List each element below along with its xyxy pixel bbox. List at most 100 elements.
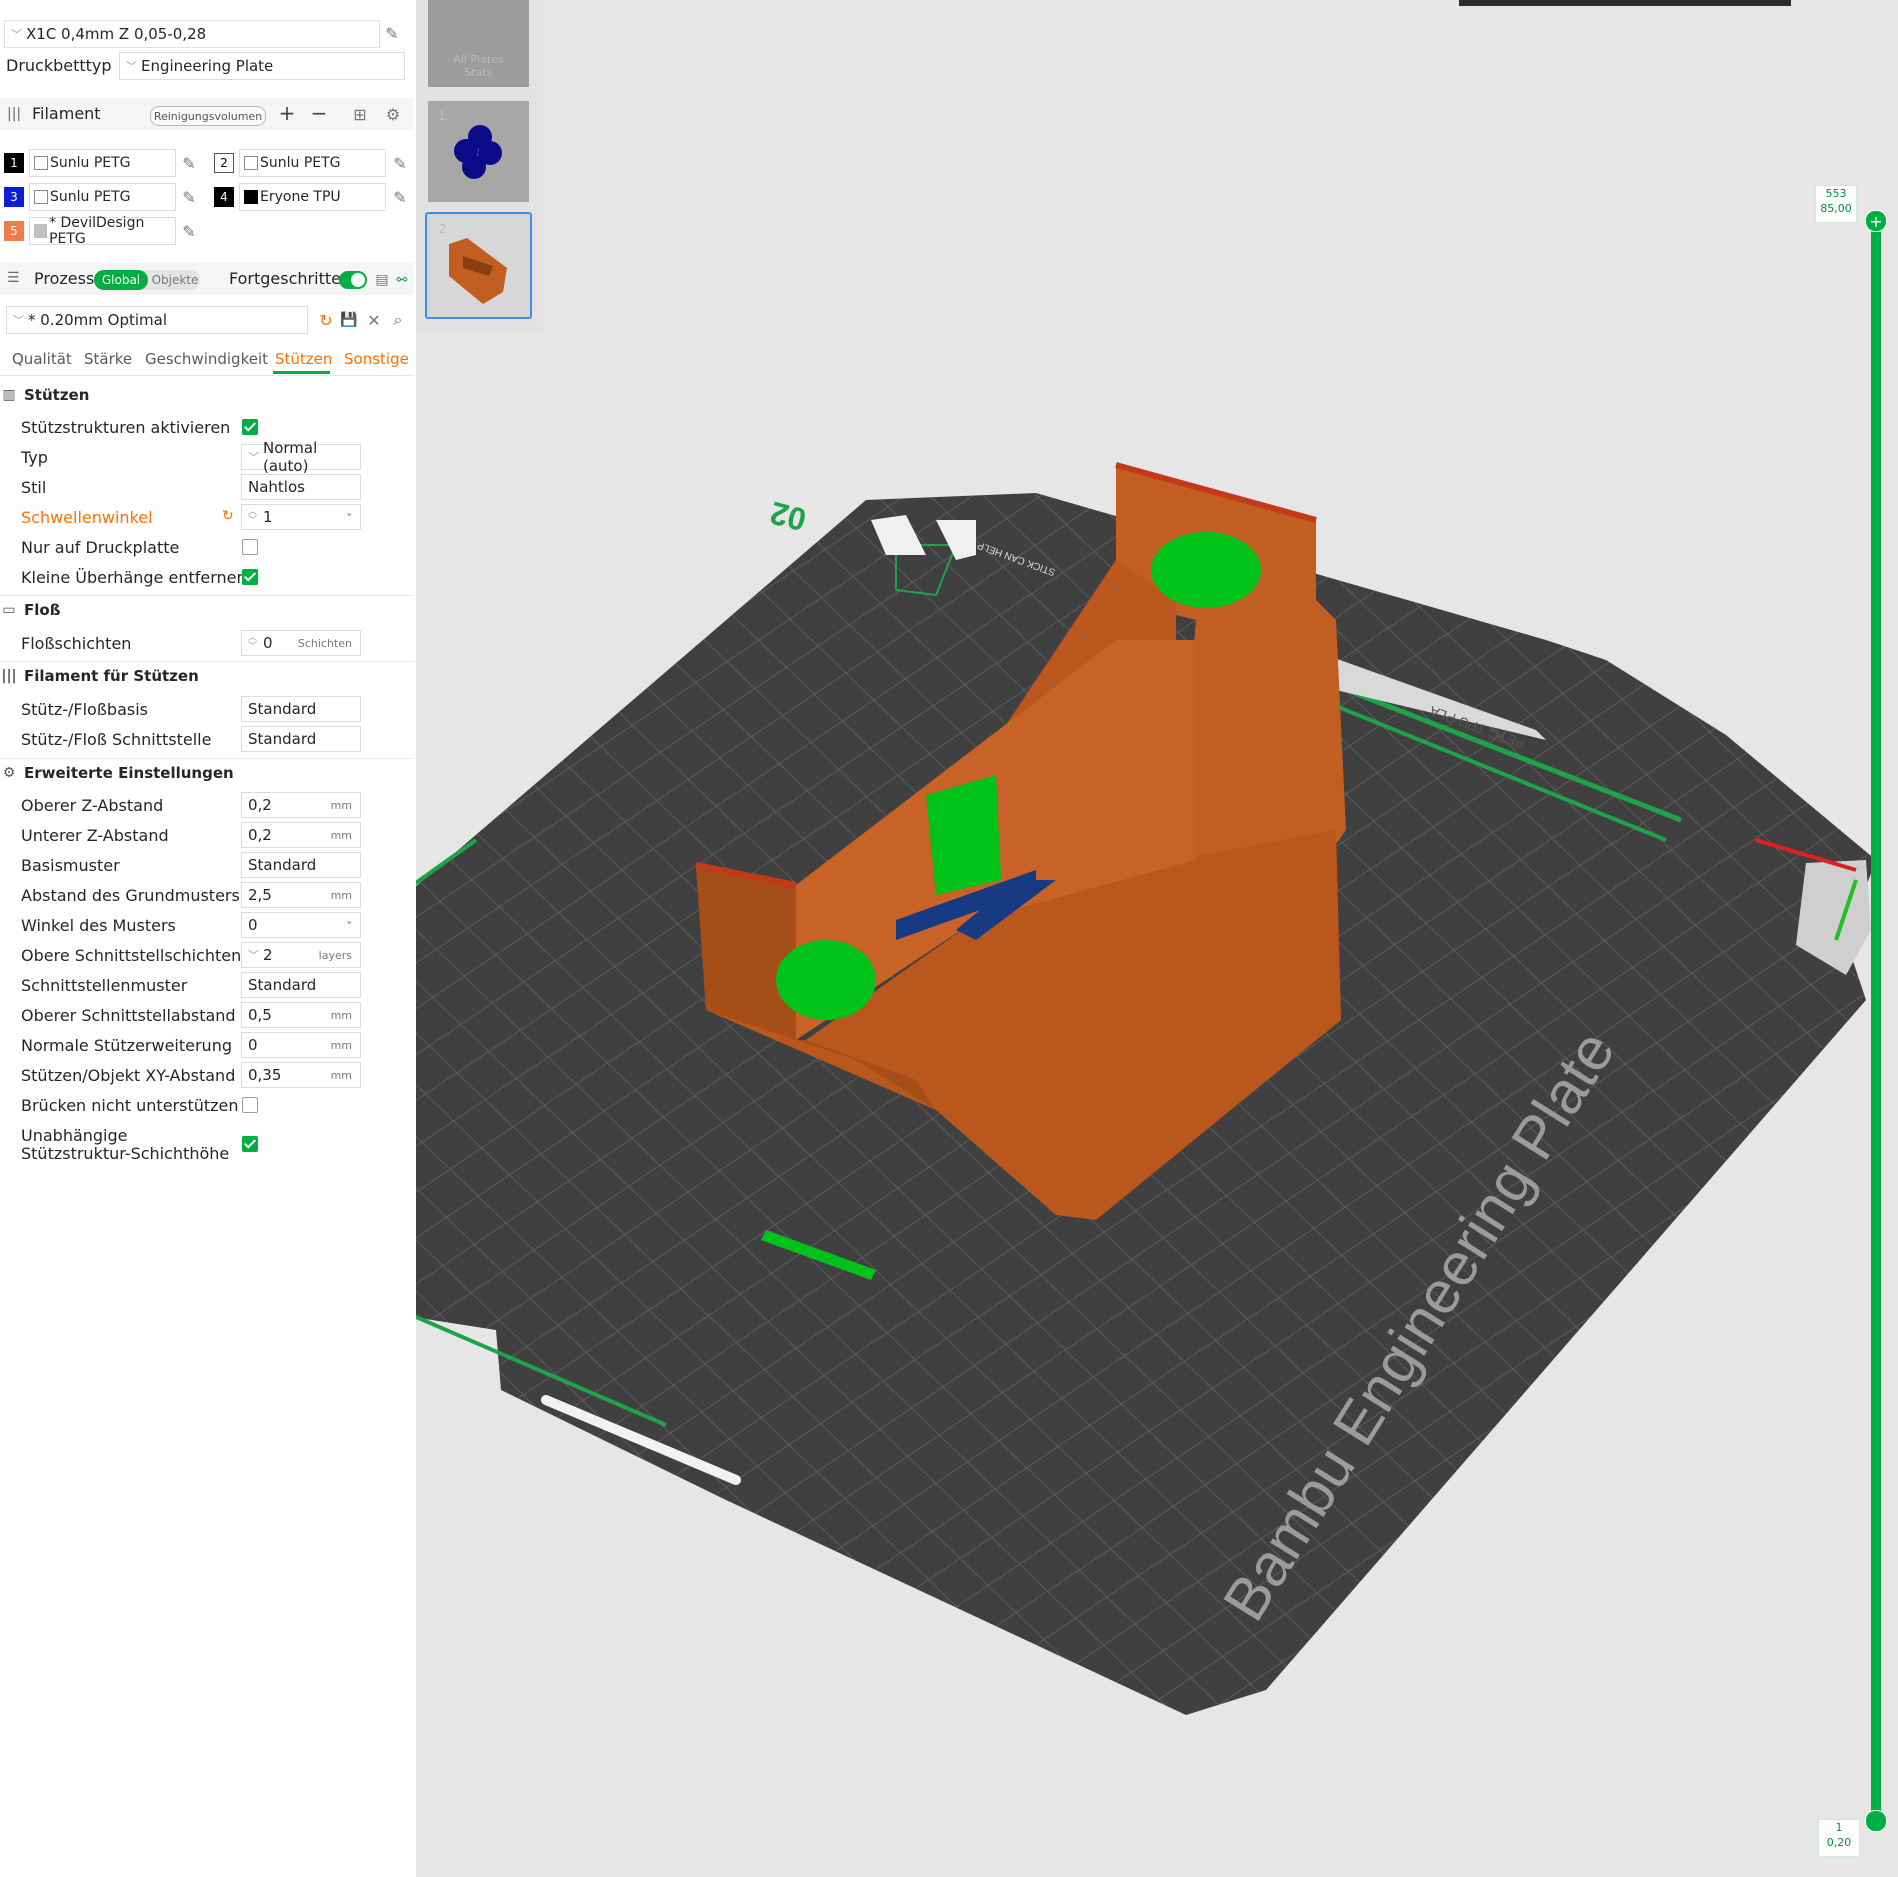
section-advanced: ⚙ Erweiterte Einstellungen [0,764,234,782]
advanced-label: Fortgeschritten [229,269,352,288]
filament-slot-1-number[interactable]: 1 [4,153,24,173]
edit-filament-3-icon[interactable]: ✎ [178,186,200,208]
tab-support[interactable]: Stützen [275,350,332,368]
adv-row-input[interactable]: 0,35 mm [241,1062,361,1088]
process-icon: ☰ [7,270,20,286]
filament-slot-3-select[interactable]: Sunlu PETG [29,183,176,211]
process-compare-icon[interactable]: ⚯ [391,269,413,291]
filament-slot-4-select[interactable]: Eryone TPU [239,183,386,211]
support-style-select[interactable]: Nahtlos [241,474,361,500]
filament-slot-1-select[interactable]: Sunlu PETG [29,149,176,177]
tab-speed[interactable]: Geschwindigkeit [145,350,268,368]
remove-filament-icon[interactable]: − [308,101,330,125]
adv-row-input[interactable]: 0 ° [241,912,361,938]
adv-row-label: Oberer Z-Abstand [21,796,164,815]
save-preset-icon[interactable]: 💾 [338,309,360,331]
layer-slider-bottom-handle[interactable] [1865,1810,1887,1832]
tab-strength[interactable]: Stärke [84,350,132,368]
adv-row-select[interactable]: Standard [241,852,361,878]
filament-slot-5-number[interactable]: 5 [4,221,24,241]
stepper-icon[interactable]: ︿ ﹀ [248,508,257,526]
plate-1-thumb[interactable]: 1 [428,101,529,202]
all-plates-stats-thumb[interactable]: All Plates Stats [428,0,529,87]
only-on-plate-checkbox[interactable] [242,539,258,555]
chevron-down-icon: ﹀ [126,60,137,73]
filament-slot-5-select[interactable]: * DevilDesign PETG [29,215,176,247]
add-filament-icon[interactable]: + [276,101,298,125]
divider [0,595,414,596]
adv-row-input[interactable]: 0,2 mm [241,822,361,848]
3d-viewport[interactable]: Bambu Engineering Plate 02 PETG TPU PLA … [416,0,1898,1877]
tab-others[interactable]: Sonstige [344,350,409,368]
adv-row-label: Winkel des Musters [21,916,176,935]
adv-row-input[interactable]: 0,5 mm [241,1002,361,1028]
plate-2-preview [449,238,507,304]
filament-slot-2-select[interactable]: Sunlu PETG [239,149,386,177]
adv-row-input[interactable]: 0 mm [241,1032,361,1058]
edit-printer-icon[interactable]: ✎ [381,22,403,44]
edit-filament-1-icon[interactable]: ✎ [178,152,200,174]
sync-filament-icon[interactable]: ⊞ [349,103,371,125]
advanced-switch[interactable] [339,271,367,289]
top-toolbar[interactable] [1459,0,1791,6]
value: 0 [248,916,258,934]
reset-threshold-icon[interactable]: ↻ [222,508,234,524]
process-preset-select[interactable]: ﹀ * 0.20mm Optimal [6,306,308,334]
edit-filament-2-icon[interactable]: ✎ [389,152,411,174]
no-bridge-support-checkbox[interactable] [242,1097,258,1113]
filament-slot-3-number[interactable]: 3 [4,187,24,207]
edit-filament-4-icon[interactable]: ✎ [389,186,411,208]
delete-preset-icon[interactable]: ✕ [363,309,385,331]
reset-preset-icon[interactable]: ↻ [315,309,337,331]
filament-color-swatch [34,156,48,170]
support-base-select[interactable]: Standard [241,696,361,722]
active-tab-underline [273,371,330,374]
build-plate-scene[interactable]: Bambu Engineering Plate 02 PETG TPU PLA … [416,0,1898,1877]
value: 0,2 [248,796,272,814]
enable-support-checkbox[interactable] [242,419,258,435]
adv-row-input[interactable]: 0,2 mm [241,792,361,818]
settings-sidebar: ﹀ X1C 0,4mm Z 0,05-0,28 ✎ Druckbetttyp ﹀… [0,0,416,1877]
tab-quality[interactable]: Qualität [12,350,72,368]
unit: mm [330,1038,352,1052]
layer-slider-top-handle[interactable]: + [1865,210,1887,232]
purge-volume-button[interactable]: Reinigungsvolumen [150,106,266,126]
bed-type-select[interactable]: ﹀ Engineering Plate [119,52,405,80]
threshold-angle-input[interactable]: ︿ ﹀ 1 ° [241,504,361,530]
divider [0,661,414,662]
stepper-icon[interactable]: ︿ ﹀ [248,634,257,652]
filament-color-swatch [244,190,258,204]
layer-slider-track[interactable] [1871,218,1881,1820]
toggle-global[interactable]: Global [94,270,148,290]
filament-slot-4-number[interactable]: 4 [214,187,234,207]
support-type-select[interactable]: ﹀ Normal (auto) [241,439,361,475]
printer-profile-select[interactable]: ﹀ X1C 0,4mm Z 0,05-0,28 [4,20,380,48]
edit-filament-5-icon[interactable]: ✎ [178,220,200,242]
search-icon[interactable]: ⌕ [387,309,409,331]
remove-small-overhangs-checkbox[interactable] [242,569,258,585]
plate-2-thumb[interactable]: 2 [425,212,532,319]
section-raft: ▭ Floß [0,601,60,619]
filament-settings-icon[interactable]: ⚙ [382,103,404,125]
filament-slot-2-number[interactable]: 2 [214,153,234,173]
value: 0,2 [248,826,272,844]
switch-knob [351,273,365,287]
chevron-down-icon: ﹀ [13,314,24,327]
independent-layer-height-checkbox[interactable] [242,1136,258,1152]
adv-row-select[interactable]: Standard [241,972,361,998]
process-list-icon[interactable]: ▤ [371,269,393,291]
filament-name: Sunlu PETG [50,189,131,205]
raft-layers-input[interactable]: ︿ ﹀ 0 Schichten [241,630,361,656]
adv-row-label: Schnittstellenmuster [21,976,188,995]
adv-row-input[interactable]: ﹀ 2 layers [241,942,361,968]
section-title: Floß [24,601,61,619]
raft-icon: ▭ [2,602,16,618]
unit: mm [330,828,352,842]
value: 0 [248,1036,258,1054]
filament-icon: ||| [1,668,17,684]
support-interface-select[interactable]: Standard [241,726,361,752]
adv-row-label: Obere Schnittstellschichten [21,946,242,965]
toggle-objects[interactable]: Objekte [150,270,200,290]
adv-row-input[interactable]: 2,5 mm [241,882,361,908]
gears-icon: ⚙ [2,765,16,781]
